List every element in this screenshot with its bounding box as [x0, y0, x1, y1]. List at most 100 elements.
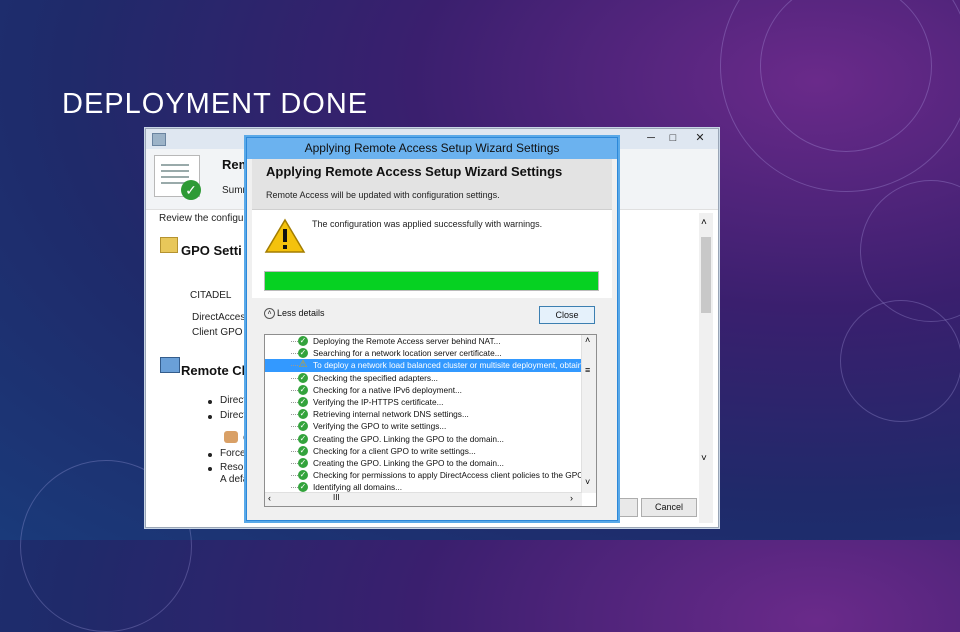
bullet-text: Force: [220, 448, 246, 459]
list-item[interactable]: ✓ Creating the GPO. Linking the GPO to th…: [265, 457, 581, 469]
tree-connector: [291, 462, 298, 464]
success-check-icon: ✓: [298, 457, 308, 468]
list-item-text: Checking for a native IPv6 deployment...: [313, 384, 462, 395]
list-item[interactable]: ⚠ To deploy a network load balanced clust…: [265, 359, 581, 372]
scroll-left-icon[interactable]: ‹: [268, 493, 271, 503]
dialog-banner: Applying Remote Access Setup Wizard Sett…: [252, 159, 612, 210]
list-item[interactable]: ✓ Checking the specified adapters...: [265, 372, 581, 384]
list-item-text: Verifying the IP-HTTPS certificate...: [313, 396, 444, 407]
dialog-title: Applying Remote Access Setup Wizard Sett…: [247, 138, 617, 159]
app-icon: [152, 133, 166, 146]
list-horizontal-scrollbar[interactable]: ‹ III ›: [265, 492, 582, 506]
scroll-down-icon[interactable]: ˅: [585, 477, 590, 487]
banner-title: Applying Remote Access Setup Wizard Sett…: [266, 164, 563, 179]
list-item-text: Checking the specified adapters...: [313, 372, 438, 383]
maximize-button[interactable]: □: [662, 131, 684, 145]
tree-connector: [291, 365, 298, 367]
list-item-text: To deploy a network load balanced cluste…: [313, 360, 581, 371]
list-item-text: Creating the GPO. Linking the GPO to the…: [313, 457, 504, 468]
list-item[interactable]: ✓ Checking for a native IPv6 deployment..…: [265, 384, 581, 396]
scroll-up-icon[interactable]: ˄: [701, 217, 707, 228]
list-item[interactable]: ✓ Deploying the Remote Access server behi…: [265, 335, 581, 347]
less-details-toggle[interactable]: ˄ Less details: [264, 308, 325, 320]
tree-connector: [291, 450, 298, 452]
checklist-icon: ✓: [154, 155, 201, 200]
list-item-text: Checking for permissions to apply Direct…: [313, 470, 581, 481]
bullet: [208, 453, 212, 457]
tree-connector: [291, 401, 298, 403]
less-details-label: Less details: [277, 308, 325, 318]
bullet: [208, 415, 212, 419]
close-button[interactable]: Close: [539, 306, 595, 324]
status-message: The configuration was applied successful…: [312, 219, 543, 229]
success-check-icon: ✓: [298, 396, 308, 407]
list-item-text: Retrieving internal network DNS settings…: [313, 409, 469, 420]
list-item[interactable]: ✓ Verifying the GPO to write settings...: [265, 420, 581, 432]
check-badge-icon: ✓: [181, 180, 201, 200]
client-gpo-line: Client GPO n: [192, 327, 251, 338]
success-check-icon: ✓: [298, 348, 308, 359]
tree-connector: [291, 426, 298, 428]
bullet: [208, 467, 212, 471]
bullet-text: Direct: [220, 410, 247, 421]
bullet-text: Resou: [220, 462, 249, 473]
footer-partial-text: A defa: [220, 474, 249, 485]
success-check-icon: ✓: [298, 409, 308, 420]
server-name: CITADEL: [190, 290, 232, 301]
warning-icon: [264, 218, 306, 253]
tree-connector: [291, 414, 298, 416]
scroll-right-icon[interactable]: ›: [570, 493, 573, 503]
review-text: Review the configur: [159, 213, 247, 224]
tree-connector: [291, 353, 298, 355]
decorative-circle: [840, 300, 960, 422]
close-window-button[interactable]: ✕: [686, 131, 714, 145]
scroll-thumb[interactable]: [701, 237, 711, 313]
success-check-icon: ✓: [298, 445, 308, 456]
success-check-icon: ✓: [298, 433, 308, 444]
tree-connector: [291, 475, 298, 477]
tree-connector: [291, 389, 298, 391]
remote-clients-title: Remote Cl: [181, 363, 246, 378]
remote-clients-icon: [160, 357, 180, 373]
success-check-icon: ✓: [298, 372, 308, 383]
progress-fill: [265, 272, 598, 290]
list-vertical-scrollbar[interactable]: ˄ ≡ ˅: [581, 335, 596, 493]
hscroll-thumb[interactable]: III: [333, 493, 340, 502]
chevron-up-icon[interactable]: ˄: [264, 308, 275, 320]
back-cancel-button[interactable]: [618, 498, 638, 517]
list-item[interactable]: ✓ Checking for a client GPO to write sett…: [265, 445, 581, 457]
list-item[interactable]: ✓ Creating the GPO. Linking the GPO to th…: [265, 433, 581, 445]
progress-bar: [264, 271, 599, 291]
list-item[interactable]: ✓ Retrieving internal network DNS setting…: [265, 408, 581, 420]
tree-connector: [291, 487, 298, 489]
details-rows: ✓ Deploying the Remote Access server behi…: [265, 335, 581, 493]
tree-connector: [291, 438, 298, 440]
list-item-text: Checking for a client GPO to write setti…: [313, 445, 476, 456]
warning-icon: ⚠: [298, 359, 308, 371]
tree-connector: [291, 377, 298, 379]
success-check-icon: ✓: [298, 384, 308, 395]
directaccess-line: DirectAccess: [192, 312, 251, 323]
vertical-scrollbar[interactable]: ˄ ˅: [699, 213, 713, 523]
list-item[interactable]: ✓ Searching for a network location server…: [265, 347, 581, 359]
scroll-up-icon[interactable]: ˄: [585, 335, 590, 345]
scroll-grip-icon[interactable]: ≡: [585, 365, 590, 375]
success-check-icon: ✓: [298, 482, 308, 493]
list-item-text: Identifying all domains...: [313, 482, 403, 493]
list-item-text: Creating the GPO. Linking the GPO to the…: [313, 433, 504, 444]
gpo-section-title: GPO Setti: [181, 243, 242, 258]
banner-subtitle: Remote Access will be updated with confi…: [266, 190, 500, 200]
list-item[interactable]: ✓ Verifying the IP-HTTPS certificate...: [265, 396, 581, 408]
bullet: [208, 400, 212, 404]
list-item-text: Searching for a network location server …: [313, 348, 502, 359]
list-item[interactable]: ✓ Checking for permissions to apply Direc…: [265, 469, 581, 481]
minimize-button[interactable]: ─: [640, 131, 662, 145]
list-item-text: Verifying the GPO to write settings...: [313, 421, 447, 432]
details-list[interactable]: ✓ Deploying the Remote Access server behi…: [264, 334, 597, 507]
gpo-icon: [160, 237, 178, 253]
cancel-button[interactable]: Cancel: [641, 498, 697, 517]
applying-settings-dialog: Applying Remote Access Setup Wizard Sett…: [246, 137, 618, 521]
scroll-down-icon[interactable]: ˅: [701, 453, 707, 464]
success-check-icon: ✓: [298, 470, 308, 481]
slide-title: DEPLOYMENT DONE: [62, 88, 369, 120]
